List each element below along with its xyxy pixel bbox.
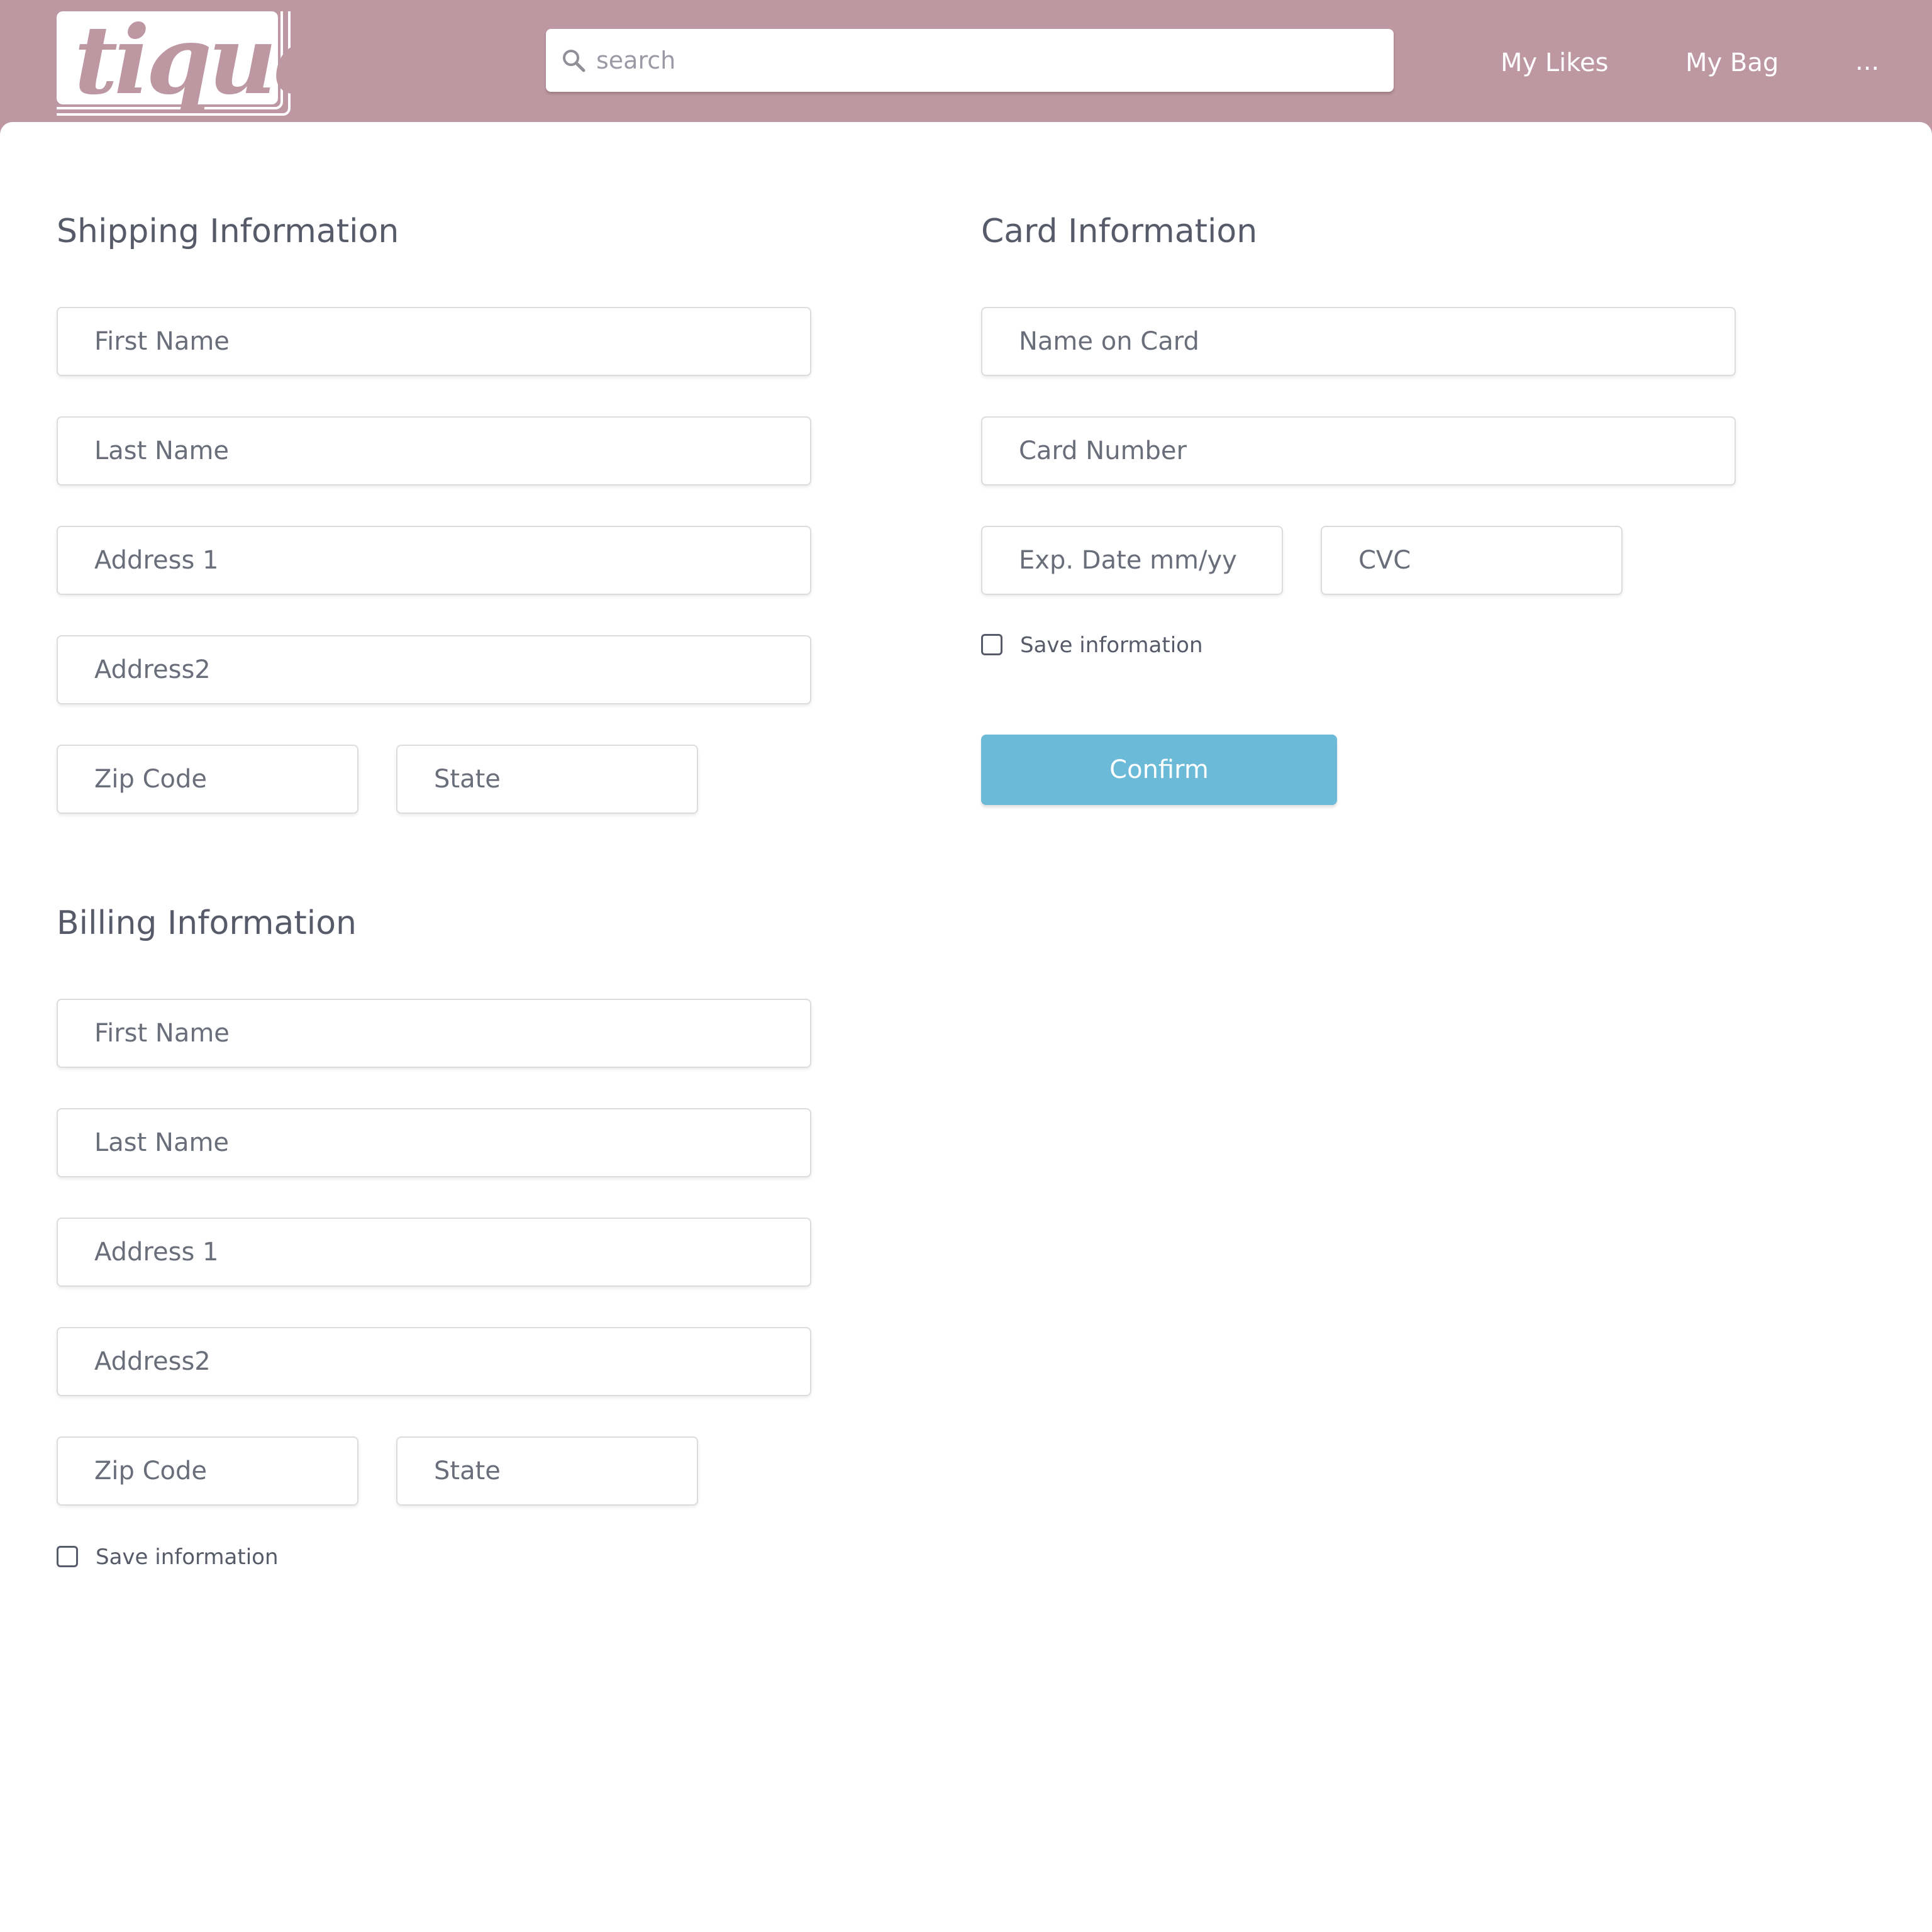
shipping-address1-field[interactable] [57, 526, 811, 595]
billing-last-name-field[interactable] [57, 1108, 811, 1177]
shipping-last-name-input[interactable] [58, 418, 810, 484]
card-cvc-field[interactable] [1321, 526, 1623, 595]
shipping-first-name-field[interactable] [57, 307, 811, 376]
brand-logo[interactable]: tique [57, 5, 333, 116]
billing-save-checkbox[interactable] [57, 1546, 78, 1567]
search-icon [563, 50, 586, 72]
shipping-first-name-input[interactable] [58, 308, 810, 375]
billing-address1-field[interactable] [57, 1218, 811, 1287]
billing-first-name-input[interactable] [58, 1000, 810, 1067]
billing-first-name-field[interactable] [57, 999, 811, 1068]
shipping-state-input[interactable] [397, 746, 697, 813]
card-exp-field[interactable] [981, 526, 1283, 595]
checkout-panel: Shipping Information Billing Information… [0, 122, 1932, 1932]
shipping-state-field[interactable] [396, 745, 698, 814]
billing-state-input[interactable] [397, 1438, 697, 1504]
shipping-last-name-field[interactable] [57, 416, 811, 486]
billing-zip-field[interactable] [57, 1436, 358, 1506]
billing-state-field[interactable] [396, 1436, 698, 1506]
card-save-checkbox[interactable] [981, 634, 1002, 655]
billing-address1-input[interactable] [58, 1219, 810, 1285]
card-number-field[interactable] [981, 416, 1736, 486]
card-name-field[interactable] [981, 307, 1736, 376]
nav-my-bag[interactable]: My Bag [1685, 44, 1779, 82]
billing-title: Billing Information [57, 904, 357, 942]
billing-address2-field[interactable] [57, 1327, 811, 1396]
confirm-button[interactable]: Confirm [981, 735, 1337, 805]
card-name-input[interactable] [982, 308, 1735, 375]
shipping-zip-input[interactable] [58, 746, 357, 813]
card-title: Card Information [981, 213, 1258, 250]
shipping-address1-input[interactable] [58, 527, 810, 594]
search-bar[interactable] [546, 29, 1394, 92]
shipping-address2-field[interactable] [57, 635, 811, 704]
more-menu-button[interactable]: ... [1855, 43, 1879, 80]
nav-my-likes[interactable]: My Likes [1501, 44, 1608, 82]
search-input[interactable] [596, 29, 1376, 92]
billing-last-name-input[interactable] [58, 1109, 810, 1176]
card-cvc-input[interactable] [1322, 527, 1621, 594]
billing-zip-input[interactable] [58, 1438, 357, 1504]
logo-wordmark: tique [74, 5, 333, 116]
shipping-title: Shipping Information [57, 213, 399, 250]
billing-save-label[interactable]: Save information [96, 1542, 279, 1572]
billing-address2-input[interactable] [58, 1328, 810, 1395]
logo-card: tique [57, 5, 333, 116]
top-bar: tique My Likes My Bag ... [0, 0, 1932, 123]
card-number-input[interactable] [982, 418, 1735, 484]
shipping-zip-field[interactable] [57, 745, 358, 814]
card-save-label[interactable]: Save information [1020, 630, 1203, 660]
shipping-address2-input[interactable] [58, 636, 810, 703]
card-exp-input[interactable] [982, 527, 1282, 594]
